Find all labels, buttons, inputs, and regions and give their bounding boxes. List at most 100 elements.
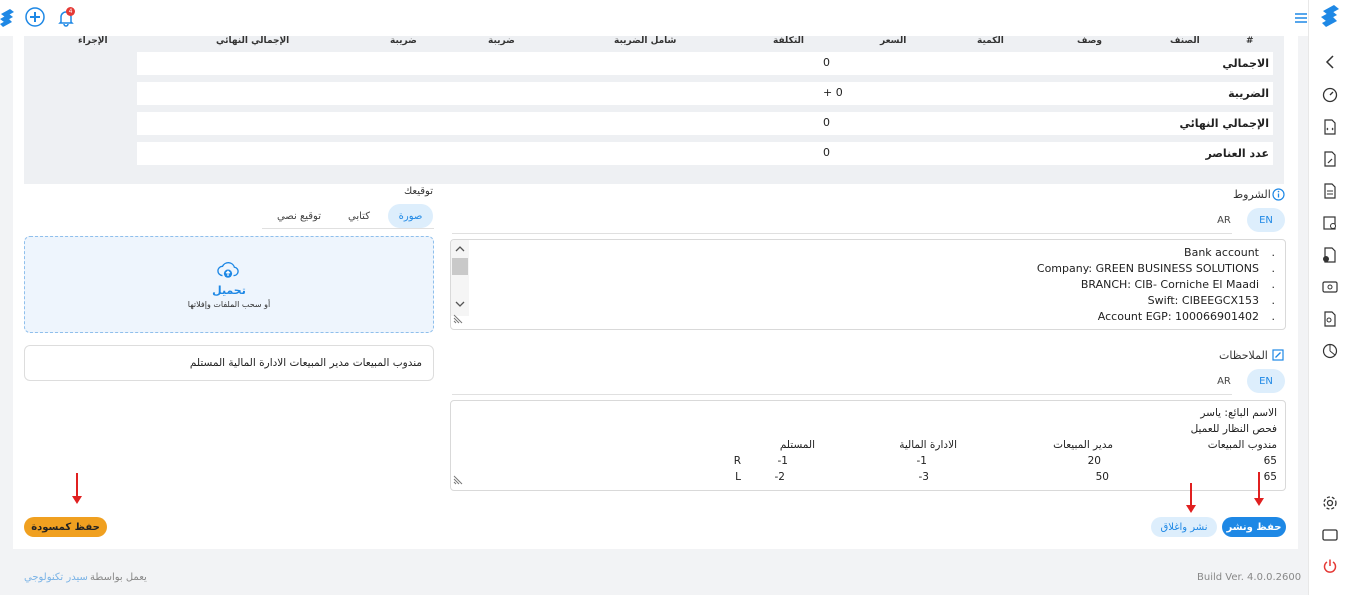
annotation-arrow [1186, 483, 1196, 513]
annotation-arrow [1254, 472, 1264, 506]
notes-cell: 50 [1095, 471, 1109, 483]
notes-tab-ar[interactable]: AR [1205, 369, 1243, 393]
table-header-cost: التكلفة [773, 36, 804, 46]
notes-cell: -3 [918, 471, 929, 483]
table-header-index: # [1246, 36, 1254, 46]
notes-check: فحص النظار للعميل [1190, 423, 1277, 435]
app-logo-small[interactable] [0, 7, 18, 29]
notes-header-cell: مدير المبيعات [1053, 439, 1113, 451]
summary-row-tax: الضريبة + 0 [137, 82, 1273, 105]
publish-close-button[interactable]: نشر واغلاق [1151, 517, 1217, 537]
table-header-price: السعر [880, 36, 907, 46]
bullet: . [1271, 310, 1276, 323]
notes-seller: الاسم البائع: ياسر [1200, 407, 1277, 419]
bullet: . [1271, 246, 1276, 259]
signature-divider [262, 228, 434, 229]
settings-gear-icon[interactable] [1319, 492, 1341, 514]
cloud-upload-icon [217, 259, 239, 281]
notes-tab-en[interactable]: EN [1247, 369, 1285, 393]
table-header-tax-inclusive: شامل الضريبة [614, 36, 677, 46]
summary-label: الضريبة [1228, 87, 1269, 100]
terms-divider [452, 233, 1232, 234]
summary-value: + 0 [823, 86, 843, 99]
summary-value: 0 [823, 56, 830, 69]
resize-handle-icon[interactable] [453, 473, 465, 488]
terms-line: Company: GREEN BUSINESS SOLUTIONS [1036, 262, 1259, 275]
app-logo[interactable] [1319, 5, 1341, 27]
signature-tab-text[interactable]: توقيع نصي [270, 204, 328, 228]
table-header-quantity: الكمية [977, 36, 1004, 46]
notes-editor[interactable]: الاسم البائع: ياسر فحص النظار للعميل مند… [450, 400, 1286, 491]
summary-label: عدد العناصر [1205, 147, 1269, 160]
file-settings-icon[interactable] [1319, 212, 1341, 234]
terms-line: Swift: CIBEEGCX153 [1147, 294, 1259, 307]
file-user-icon[interactable] [1319, 308, 1341, 330]
notes-cell: L [735, 471, 741, 483]
terms-line: Account EGP: 100066901402 [1097, 310, 1259, 323]
upload-hint: أو سحب الملفات وإفلاتها [187, 300, 271, 309]
right-sidebar [1308, 0, 1350, 595]
terms-scrollbar[interactable] [451, 240, 469, 316]
terms-editor[interactable]: Bank account . Company: GREEN BUSINESS S… [450, 239, 1286, 330]
top-bar: 4 [0, 0, 1308, 36]
file-text-icon[interactable] [1319, 180, 1341, 202]
file-code-icon[interactable] [1319, 116, 1341, 138]
summary-label: الاجمالي [1222, 57, 1269, 70]
summary-row-final-total: الإجمالي النهائي 0 [137, 112, 1273, 135]
file-add-icon[interactable] [1319, 244, 1341, 266]
table-header-tax-1: ضريبة [488, 36, 515, 46]
signers-box: مندوب المبيعات مدير المبيعات الادارة الم… [24, 345, 434, 381]
money-icon[interactable] [1319, 276, 1341, 298]
edit-note-icon [1267, 344, 1289, 366]
notes-header-cell: الادارة المالية [899, 439, 957, 451]
notes-cell: -2 [774, 471, 785, 483]
notes-cell: 65 [1263, 455, 1277, 467]
notes-header-cell: المستلم [779, 439, 815, 451]
dashboard-icon[interactable] [1319, 84, 1341, 106]
annotation-arrow [72, 473, 82, 504]
build-version: Build Ver. 4.0.0.2600 [1197, 572, 1302, 583]
terms-title: الشروط [1233, 188, 1271, 201]
summary-value: 0 [823, 116, 830, 129]
table-header-description: وصف [1077, 36, 1103, 46]
report-chart-icon[interactable] [1319, 340, 1341, 362]
upload-dropzone[interactable]: تحميل أو سحب الملفات وإفلاتها [24, 236, 434, 333]
summary-row-total: الاجمالي 0 [137, 52, 1273, 75]
file-edit-icon[interactable] [1319, 148, 1341, 170]
signature-tab-image[interactable]: صورة [388, 204, 433, 228]
notification-badge: 4 [66, 7, 75, 16]
save-publish-button[interactable]: حفظ ونشر [1222, 517, 1286, 537]
powered-by-label: يعمل بواسطة [90, 572, 147, 583]
terms-line: Bank account [1184, 246, 1259, 259]
table-header-tax-2: ضريبة [390, 36, 417, 46]
bullet: . [1271, 262, 1276, 275]
bullet: . [1271, 294, 1276, 307]
notes-title: الملاحظات [1219, 349, 1268, 362]
terms-tab-ar[interactable]: AR [1205, 208, 1243, 232]
resize-handle-icon[interactable] [453, 312, 465, 327]
notes-cell: R [733, 455, 741, 467]
notes-header-cell: مندوب المبيعات [1207, 439, 1277, 451]
power-icon[interactable] [1319, 555, 1341, 577]
summary-value: 0 [823, 146, 830, 159]
chevron-left-icon[interactable] [1319, 51, 1341, 73]
add-icon[interactable] [24, 6, 46, 28]
table-header-action: الإجراء [78, 36, 108, 46]
signature-tab-written[interactable]: كتابي [338, 204, 380, 228]
terms-tab-en[interactable]: EN [1247, 208, 1285, 232]
notes-divider [452, 394, 1232, 395]
table-header-item: الصنف [1170, 36, 1200, 46]
signers-text: مندوب المبيعات مدير المبيعات الادارة الم… [189, 357, 422, 369]
display-icon[interactable] [1319, 524, 1341, 546]
summary-row-item-count: عدد العناصر 0 [137, 142, 1273, 165]
notes-cell: -1 [777, 455, 788, 467]
terms-line: BRANCH: CIB- Corniche El Maadi [1080, 278, 1259, 291]
powered-by-company[interactable]: سيدر تكنولوجي [24, 572, 88, 583]
notes-cell: 65 [1263, 471, 1277, 483]
notes-cell: -1 [916, 455, 927, 467]
signature-title: توقيعك [404, 186, 433, 197]
notes-cell: 20 [1087, 455, 1101, 467]
summary-label: الإجمالي النهائي [1179, 117, 1269, 130]
table-header-final-total: الإجمالي النهائي [216, 36, 290, 46]
save-draft-button[interactable]: حفظ كمسودة [24, 517, 107, 537]
